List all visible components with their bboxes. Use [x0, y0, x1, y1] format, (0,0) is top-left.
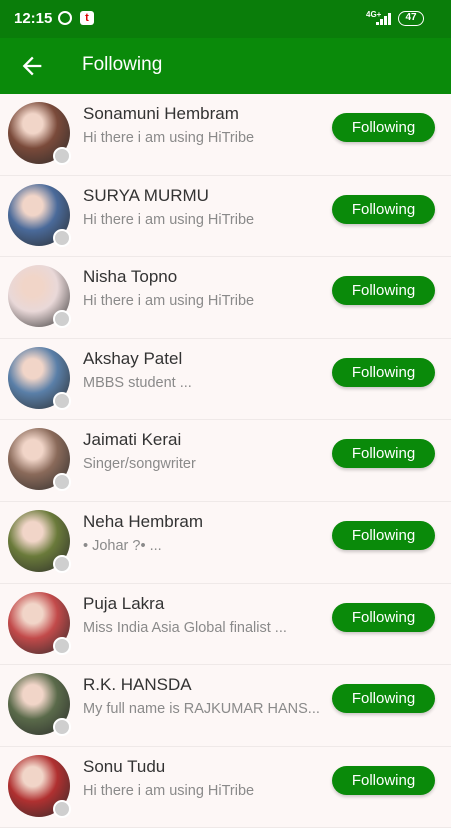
user-name[interactable]: Jaimati Kerai — [83, 430, 181, 450]
presence-indicator — [53, 718, 71, 737]
list-item[interactable]: Akshay Patel MBBS student ... Following — [0, 339, 451, 421]
following-button[interactable]: Following — [332, 439, 435, 469]
following-button[interactable]: Following — [332, 602, 435, 632]
app-bar: Following — [0, 38, 451, 94]
status-time: 12:15 — [14, 10, 53, 27]
user-bio: Miss India Asia Global finalist ... — [83, 619, 287, 636]
presence-indicator — [53, 636, 71, 655]
signal-icon — [376, 13, 392, 25]
user-bio: Hi there i am using HiTribe — [83, 211, 255, 228]
list-item[interactable]: Neha Hembram • Johar ?• ... Following — [0, 502, 451, 584]
app-notification-icon: t — [80, 11, 94, 25]
user-name[interactable]: Puja Lakra — [83, 594, 164, 614]
list-item[interactable]: Nisha Topno Hi there i am using HiTribe Fo… — [0, 257, 451, 339]
list-item[interactable]: Jaimati Kerai Singer/songwriter Following — [0, 420, 451, 502]
following-button[interactable]: Following — [332, 357, 435, 387]
presence-indicator — [53, 391, 71, 410]
list-item[interactable]: Sonu Tudu Hi there i am using HiTribe Foll… — [0, 747, 451, 828]
following-list: Sonamuni Hembram Hi there i am using HiTr… — [0, 94, 451, 828]
presence-indicator — [53, 799, 71, 818]
user-bio: Hi there i am using HiTribe — [83, 782, 255, 799]
page-title: Following — [82, 54, 163, 75]
presence-indicator — [53, 473, 71, 492]
following-button[interactable]: Following — [332, 520, 435, 550]
list-item[interactable]: SURYA MURMU Hi there i am using HiTribe Fo… — [0, 176, 451, 258]
presence-indicator — [53, 554, 71, 573]
user-bio: MBBS student ... — [83, 374, 192, 391]
following-button[interactable]: Following — [332, 276, 435, 306]
user-name[interactable]: SURYA MURMU — [83, 186, 209, 206]
list-item[interactable]: R.K. HANSDA My full name is RAJKUMAR HANS… — [0, 665, 451, 747]
following-button[interactable]: Following — [332, 194, 435, 224]
whatsapp-icon — [58, 11, 72, 25]
status-bar: 12:15 t 4G+ 47 — [0, 0, 451, 38]
presence-indicator — [53, 310, 71, 329]
user-name[interactable]: Neha Hembram — [83, 512, 203, 532]
user-name[interactable]: Sonamuni Hembram — [83, 104, 239, 124]
list-item[interactable]: Sonamuni Hembram Hi there i am using HiTr… — [0, 94, 451, 176]
following-button[interactable]: Following — [332, 113, 435, 142]
following-button[interactable]: Following — [332, 765, 435, 795]
following-button[interactable]: Following — [332, 684, 435, 714]
user-bio: Hi there i am using HiTribe — [83, 130, 255, 146]
user-bio: Singer/songwriter — [83, 456, 196, 473]
user-name[interactable]: Nisha Topno — [83, 267, 177, 287]
presence-indicator — [53, 228, 71, 247]
user-name[interactable]: R.K. HANSDA — [83, 675, 192, 695]
battery-icon: 47 — [398, 11, 424, 26]
user-bio: Hi there i am using HiTribe — [83, 293, 255, 310]
list-item[interactable]: Puja Lakra Miss India Asia Global finalis… — [0, 584, 451, 666]
presence-indicator — [53, 147, 71, 165]
user-bio: • Johar ?• ... — [83, 537, 162, 554]
user-name[interactable]: Akshay Patel — [83, 349, 182, 369]
user-bio: My full name is RAJKUMAR HANS... — [83, 701, 320, 718]
user-name[interactable]: Sonu Tudu — [83, 757, 165, 777]
arrow-left-icon[interactable] — [18, 52, 46, 80]
